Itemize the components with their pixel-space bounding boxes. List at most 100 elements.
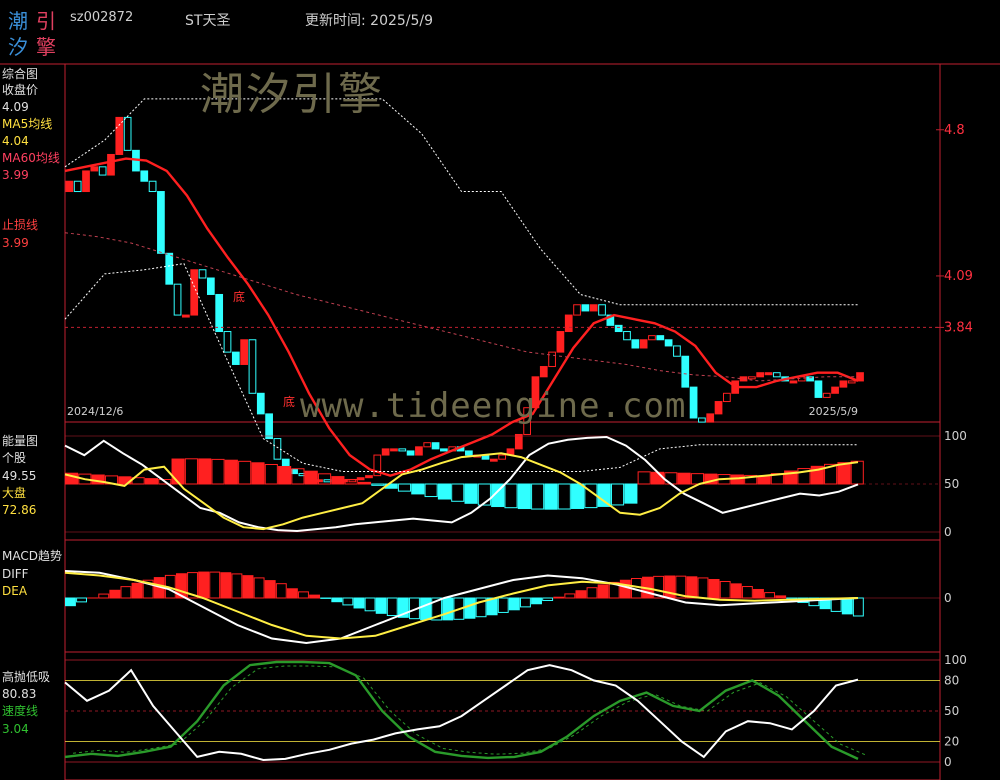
candle-bar <box>273 438 282 460</box>
main-right-tick-label: 4.8 <box>944 123 965 138</box>
candle-bar <box>390 448 398 452</box>
candle-bar <box>423 442 432 448</box>
candle-bar <box>115 116 124 155</box>
candle-bar <box>98 166 107 176</box>
macd-bar <box>775 595 787 599</box>
lower-band-line <box>64 263 858 472</box>
candle-bar <box>215 293 224 333</box>
energy-bar <box>637 471 651 485</box>
macd-bar <box>76 597 87 603</box>
hl-tick-label: 100 <box>944 653 967 667</box>
hl-speed-label: 速度线 <box>2 704 39 718</box>
candle-bar <box>831 386 839 394</box>
candle-bar <box>381 448 390 456</box>
energy-bar <box>278 466 292 485</box>
energy-bar <box>171 458 185 485</box>
macd-bar <box>508 597 520 611</box>
candle-bar <box>231 351 240 365</box>
macd-bar <box>542 597 554 602</box>
macd-bar <box>286 588 298 599</box>
candle-bar <box>148 180 157 193</box>
candle-bar <box>489 458 498 462</box>
energy-bar <box>850 460 864 485</box>
macd-bar <box>697 577 709 599</box>
energy-bar <box>597 483 611 507</box>
macd-bar <box>375 597 387 614</box>
candle-bar <box>614 324 623 333</box>
stop-label: 止损线 <box>2 218 39 232</box>
hl-main-line <box>64 664 859 762</box>
energy-panel-title: 能量图 <box>2 434 39 448</box>
energy-bar <box>837 462 851 485</box>
main-date-start: 2024/12/6 <box>67 405 123 418</box>
candle-bar <box>73 180 82 193</box>
energy-bar <box>211 458 225 485</box>
candle-bar <box>664 339 673 347</box>
candle-bar <box>764 372 773 376</box>
macd-bar <box>120 586 132 599</box>
candle-bar <box>498 454 507 460</box>
energy-bar <box>238 460 252 485</box>
candle-bar <box>323 479 332 483</box>
candle-bar <box>465 450 473 456</box>
energy-bar <box>557 483 571 510</box>
candle-bar <box>398 448 407 452</box>
energy-bar <box>224 459 238 485</box>
macd-bar <box>275 583 287 599</box>
macd-dea-label: DEA <box>2 584 28 598</box>
hl-speed-value: 3.04 <box>2 722 29 736</box>
macd-bar <box>65 597 76 607</box>
candle-bar <box>431 442 440 450</box>
macd-bar <box>342 597 354 606</box>
macd-bar <box>686 576 698 599</box>
candle-bar <box>822 392 831 398</box>
candle-bar <box>648 335 656 341</box>
candle-bar <box>348 479 357 483</box>
energy-bar <box>357 481 372 485</box>
energy-bar <box>571 483 585 509</box>
energy-bar <box>304 470 318 485</box>
macd-bar <box>564 593 576 599</box>
energy-tick-label: 100 <box>944 429 967 443</box>
macd-panel-title: MACD趋势 <box>2 549 62 563</box>
candle-bar <box>65 180 74 193</box>
energy-bar <box>397 483 412 492</box>
energy-bar <box>730 474 744 485</box>
hl-main-value: 80.83 <box>2 687 37 701</box>
candle-bar <box>623 331 631 341</box>
candle-bar <box>772 372 781 378</box>
energy-bar <box>318 473 332 485</box>
candle-bar <box>82 170 90 193</box>
candle-bar <box>681 355 690 388</box>
candle-bar <box>639 339 648 349</box>
candle-bar <box>406 450 415 456</box>
candle-bar <box>440 448 448 452</box>
hl-tick-label: 20 <box>944 735 959 749</box>
brand-watermark: 潮汐引擎 <box>200 69 384 120</box>
candle-bar <box>514 433 523 450</box>
energy-bar <box>264 464 278 485</box>
upper-band-line <box>64 98 858 306</box>
close-label: 收盘价 <box>2 83 39 97</box>
macd-bar <box>741 586 753 599</box>
close-value: 4.09 <box>2 100 29 114</box>
candle-bar <box>90 166 99 172</box>
candle-bar <box>847 380 856 384</box>
macd-bar <box>442 597 454 621</box>
energy-market-value: 72.86 <box>2 503 37 517</box>
macd-bar <box>386 597 398 617</box>
energy-bar <box>371 483 385 486</box>
candle-bar <box>539 366 548 378</box>
macd-bar <box>309 594 321 599</box>
macd-bar <box>98 593 110 599</box>
candle-bar <box>656 335 665 341</box>
hl-tick-label: 0 <box>944 755 952 769</box>
energy-panel-frame <box>64 421 941 541</box>
macd-bar <box>242 575 254 599</box>
candle-bar <box>356 477 365 481</box>
main-panel-frame <box>64 63 941 423</box>
macd-bar <box>331 597 343 603</box>
energy-tick-label: 50 <box>944 477 959 491</box>
main-date-end: 2025/5/9 <box>809 405 858 418</box>
bottom-mark: 底 <box>283 394 295 409</box>
